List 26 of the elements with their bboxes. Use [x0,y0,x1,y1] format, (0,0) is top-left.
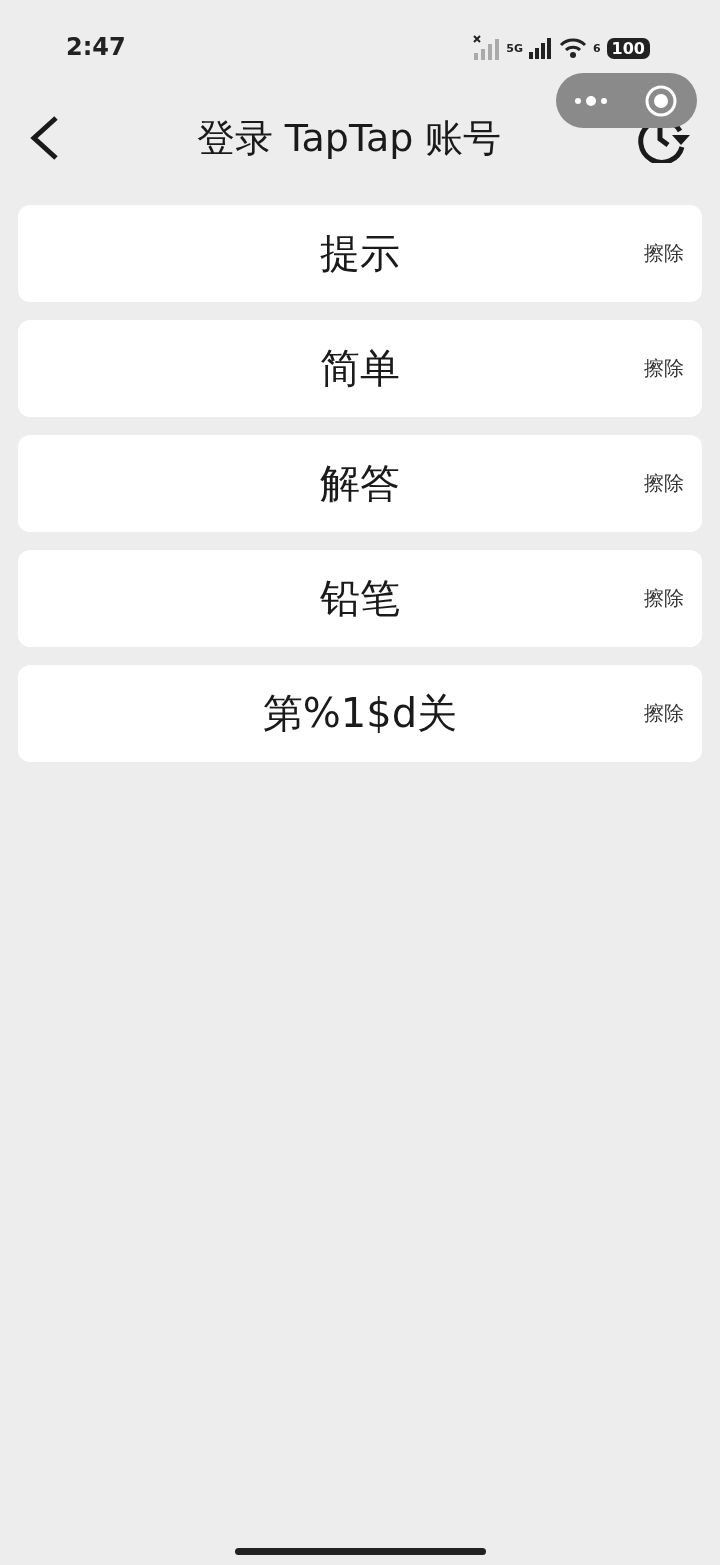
battery-level: 100 [606,37,650,59]
item-label: 简单 [320,344,400,393]
item-label: 提示 [320,229,400,278]
list-card[interactable]: 铅笔 擦除 [18,550,702,647]
list-card[interactable]: 解答 擦除 [18,435,702,532]
back-icon[interactable] [28,115,60,161]
list-card[interactable]: 简单 擦除 [18,320,702,417]
item-label: 第%1$d关 [262,689,458,738]
erase-button[interactable]: 擦除 [644,470,684,497]
signal-icon [528,37,553,59]
erase-button[interactable]: 擦除 [644,585,684,612]
erase-button[interactable]: 擦除 [644,700,684,727]
item-label: 解答 [320,459,400,508]
erase-button[interactable]: 擦除 [644,240,684,267]
close-icon [644,83,678,118]
wifi-label: 6 [592,41,601,55]
status-time: 2:47 [66,33,126,61]
list-card[interactable]: 第%1$d关 擦除 [18,665,702,762]
erase-button[interactable]: 擦除 [644,355,684,382]
more-icon [574,95,608,106]
wifi-icon [558,37,587,59]
signal-off-icon [472,35,501,61]
list-card[interactable]: 提示 擦除 [18,205,702,302]
network-label: 5G [506,41,523,55]
page-title: 登录 TapTap 账号 [196,114,502,162]
item-label: 铅笔 [320,574,400,623]
